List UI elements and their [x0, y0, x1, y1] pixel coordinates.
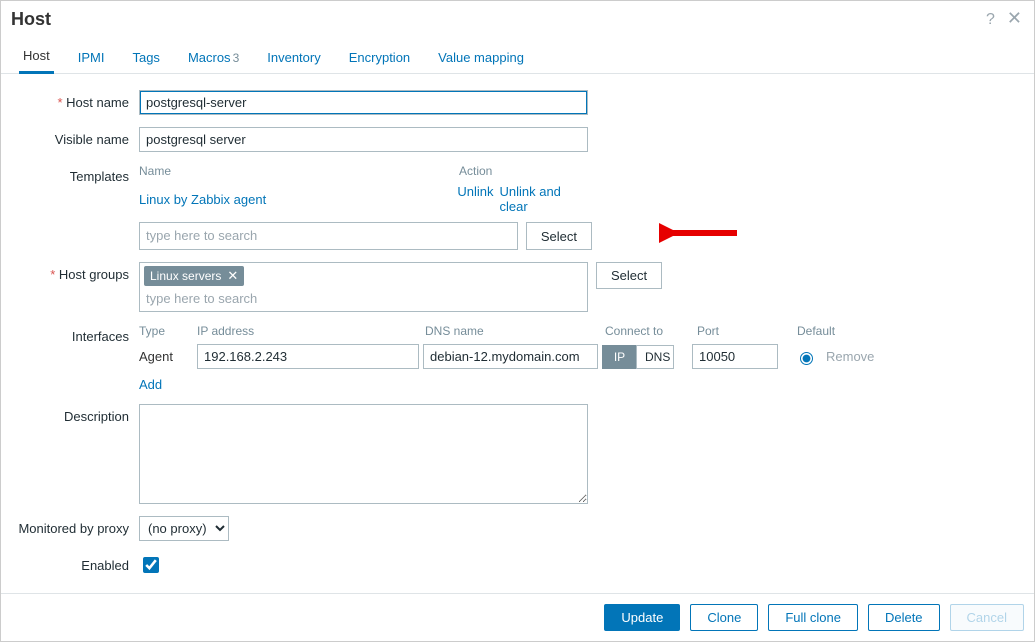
- interfaces-header: Type IP address DNS name Connect to Port…: [139, 324, 1024, 338]
- templates-block: Name Action Linux by Zabbix agent Unlink…: [139, 164, 592, 250]
- label-description: Description: [11, 404, 139, 424]
- row-host-name: Host name: [11, 90, 1024, 115]
- label-host-groups: Host groups: [11, 262, 139, 282]
- templates-select-button[interactable]: Select: [526, 222, 592, 250]
- dialog-header: Host ? ✕: [1, 1, 1034, 34]
- tab-macros[interactable]: Macros3: [184, 44, 243, 73]
- tab-label: Tags: [132, 50, 159, 65]
- row-proxy: Monitored by proxy (no proxy): [11, 516, 1024, 541]
- host-groups-select-button[interactable]: Select: [596, 262, 662, 289]
- label-host-name: Host name: [11, 90, 139, 110]
- templates-search-input[interactable]: [144, 226, 513, 245]
- clone-button[interactable]: Clone: [690, 604, 758, 631]
- interface-default-radio[interactable]: [800, 352, 813, 365]
- proxy-select[interactable]: (no proxy): [139, 516, 229, 541]
- connect-to-toggle: IP DNS: [602, 345, 674, 369]
- enabled-checkbox[interactable]: [143, 557, 159, 573]
- if-header-ip: IP address: [197, 324, 425, 338]
- row-interfaces: Interfaces Type IP address DNS name Conn…: [11, 324, 1024, 392]
- delete-button[interactable]: Delete: [868, 604, 940, 631]
- update-button[interactable]: Update: [604, 604, 680, 631]
- dialog-title: Host: [11, 9, 986, 30]
- row-enabled: Enabled: [11, 553, 1024, 576]
- interface-remove-link[interactable]: Remove: [826, 349, 874, 364]
- cancel-button[interactable]: Cancel: [950, 604, 1024, 631]
- host-dialog: Host ? ✕ Host IPMI Tags Macros3 Inventor…: [0, 0, 1035, 642]
- tab-label: Host: [23, 48, 50, 63]
- interface-type: Agent: [139, 349, 197, 364]
- label-proxy: Monitored by proxy: [11, 516, 139, 536]
- interface-ip-input[interactable]: [197, 344, 419, 369]
- help-icon[interactable]: ?: [986, 11, 995, 29]
- tab-value-mapping[interactable]: Value mapping: [434, 44, 528, 73]
- if-header-connect: Connect to: [605, 324, 693, 338]
- interface-port-input[interactable]: [692, 344, 778, 369]
- tab-label: IPMI: [78, 50, 105, 65]
- header-actions: ? ✕: [986, 11, 1022, 29]
- templates-sub-header: Name Action: [139, 164, 592, 178]
- row-host-groups: Host groups Linux servers ✕ Select: [11, 262, 1024, 312]
- template-name-link[interactable]: Linux by Zabbix agent: [139, 192, 457, 207]
- chip-remove-icon[interactable]: ✕: [227, 268, 238, 284]
- host-groups-search-input[interactable]: [144, 289, 583, 308]
- tab-ipmi[interactable]: IPMI: [74, 44, 109, 73]
- tab-inventory[interactable]: Inventory: [263, 44, 324, 73]
- description-textarea[interactable]: [139, 404, 588, 504]
- interface-row: Agent IP DNS Remove: [139, 344, 1024, 369]
- templates-header-name: Name: [139, 164, 459, 178]
- host-name-input[interactable]: [139, 90, 588, 115]
- interface-add-link[interactable]: Add: [139, 377, 162, 392]
- host-group-chip-label: Linux servers: [150, 269, 221, 283]
- tab-label: Inventory: [267, 50, 320, 65]
- template-unlink-clear[interactable]: Unlink and clear: [499, 184, 592, 214]
- host-group-chip[interactable]: Linux servers ✕: [144, 266, 244, 286]
- if-header-dns: DNS name: [425, 324, 605, 338]
- tab-label: Encryption: [349, 50, 410, 65]
- tab-encryption[interactable]: Encryption: [345, 44, 414, 73]
- if-header-type: Type: [139, 324, 197, 338]
- template-unlink[interactable]: Unlink: [457, 184, 493, 214]
- interface-dns-input[interactable]: [423, 344, 598, 369]
- connect-to-ip[interactable]: IP: [602, 345, 636, 369]
- row-visible-name: Visible name: [11, 127, 1024, 152]
- templates-search-box[interactable]: [139, 222, 518, 250]
- templates-header-action: Action: [459, 164, 492, 178]
- connect-to-dns[interactable]: DNS: [636, 345, 674, 369]
- template-row: Linux by Zabbix agent Unlink Unlink and …: [139, 184, 592, 214]
- full-clone-button[interactable]: Full clone: [768, 604, 858, 631]
- row-description: Description: [11, 404, 1024, 504]
- form-body: Host name Visible name Templates Name Ac…: [1, 74, 1034, 576]
- visible-name-input[interactable]: [139, 127, 588, 152]
- tab-label: Macros: [188, 50, 231, 65]
- tab-host[interactable]: Host: [19, 42, 54, 74]
- dialog-footer: Update Clone Full clone Delete Cancel: [1, 593, 1034, 641]
- label-interfaces: Interfaces: [11, 324, 139, 344]
- tab-badge: 3: [233, 51, 240, 65]
- host-groups-box[interactable]: Linux servers ✕: [139, 262, 588, 312]
- tab-label: Value mapping: [438, 50, 524, 65]
- tabs: Host IPMI Tags Macros3 Inventory Encrypt…: [1, 34, 1034, 74]
- row-templates: Templates Name Action Linux by Zabbix ag…: [11, 164, 1024, 250]
- tab-tags[interactable]: Tags: [128, 44, 163, 73]
- if-header-port: Port: [697, 324, 797, 338]
- label-visible-name: Visible name: [11, 127, 139, 147]
- close-icon[interactable]: ✕: [1007, 11, 1022, 29]
- label-templates: Templates: [11, 164, 139, 184]
- label-enabled: Enabled: [11, 553, 139, 573]
- if-header-default: Default: [797, 324, 853, 338]
